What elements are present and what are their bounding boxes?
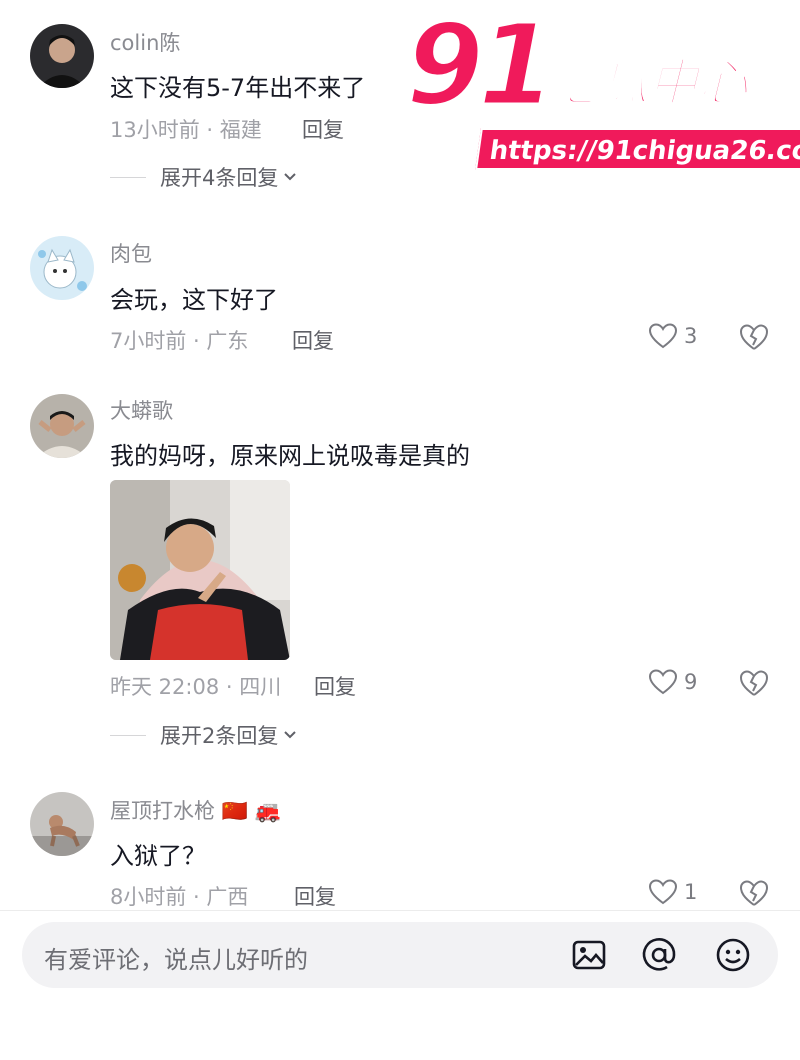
username[interactable]: colin陈: [110, 27, 180, 57]
like-count: 9: [684, 670, 698, 694]
username-emoji: 🇨🇳 🚒: [221, 799, 281, 823]
expand-replies-label: 展开2条回复: [160, 724, 279, 748]
watermark-number: 91: [405, 1, 558, 131]
username-text: 屋顶打水枪: [110, 799, 215, 823]
like-button[interactable]: 9: [648, 668, 697, 696]
comment-text: 会玩，这下好了: [110, 286, 278, 314]
like-button[interactable]: 3: [648, 322, 697, 350]
heart-icon: [648, 669, 678, 695]
broken-heart-icon[interactable]: [738, 878, 770, 908]
reply-button[interactable]: 回复: [302, 114, 344, 144]
like-button[interactable]: 1: [648, 878, 697, 906]
image-icon[interactable]: [570, 936, 608, 974]
avatar[interactable]: [30, 792, 94, 856]
comment-meta: 7小时前 · 广东: [110, 329, 249, 353]
comment-meta: 13小时前 · 福建: [110, 118, 262, 142]
comment-meta: 8小时前 · 广西: [110, 885, 249, 909]
reply-button[interactable]: 回复: [294, 881, 336, 911]
username[interactable]: 肉包: [110, 238, 152, 268]
expand-replies-button[interactable]: 展开4条回复: [110, 162, 298, 192]
comment-item: 肉包 会玩，这下好了 7小时前 · 广东 回复 3: [0, 200, 800, 370]
expand-replies-label: 展开4条回复: [160, 166, 279, 190]
avatar[interactable]: [30, 24, 94, 88]
mention-icon[interactable]: [640, 936, 678, 974]
avatar[interactable]: [30, 236, 94, 300]
watermark-url: https://91chigua26.com: [475, 128, 800, 170]
comment-input-placeholder: 有爱评论，说点儿好听的: [44, 946, 308, 974]
username[interactable]: 大蟒歌: [110, 395, 173, 425]
divider-line: [110, 176, 146, 178]
heart-icon: [648, 879, 678, 905]
like-count: 1: [684, 880, 698, 904]
comment-text: 我的妈呀，原来网上说吸毒是真的: [110, 442, 470, 470]
avatar[interactable]: [30, 394, 94, 458]
comment-input[interactable]: 有爱评论，说点儿好听的: [22, 922, 778, 988]
chevron-down-icon: [284, 731, 297, 739]
watermark-logo: 91 吃瓜中心 https://91chigua26.com: [400, 9, 800, 184]
comment-text: 入狱了？: [110, 842, 206, 870]
chevron-down-icon: [284, 173, 297, 181]
divider-line: [110, 734, 146, 736]
like-count: 3: [684, 324, 698, 348]
comment-photo[interactable]: [110, 480, 290, 660]
broken-heart-icon[interactable]: [738, 322, 770, 352]
comment-item: 屋顶打水枪 🇨🇳 🚒 入狱了？ 8小时前 · 广西 回复 1: [0, 770, 800, 910]
heart-icon: [648, 323, 678, 349]
divider: [0, 910, 800, 911]
reply-button[interactable]: 回复: [314, 671, 356, 701]
broken-heart-icon[interactable]: [738, 668, 770, 698]
comment-text: 这下没有5-7年出不来了: [110, 74, 366, 102]
watermark-title: 吃瓜中心: [547, 54, 749, 112]
comment-meta: 昨天 22:08 · 四川: [110, 675, 282, 699]
username[interactable]: 屋顶打水枪 🇨🇳 🚒: [110, 795, 281, 825]
emoji-icon[interactable]: [714, 936, 752, 974]
expand-replies-button[interactable]: 展开2条回复: [110, 720, 298, 750]
reply-button[interactable]: 回复: [292, 325, 334, 355]
